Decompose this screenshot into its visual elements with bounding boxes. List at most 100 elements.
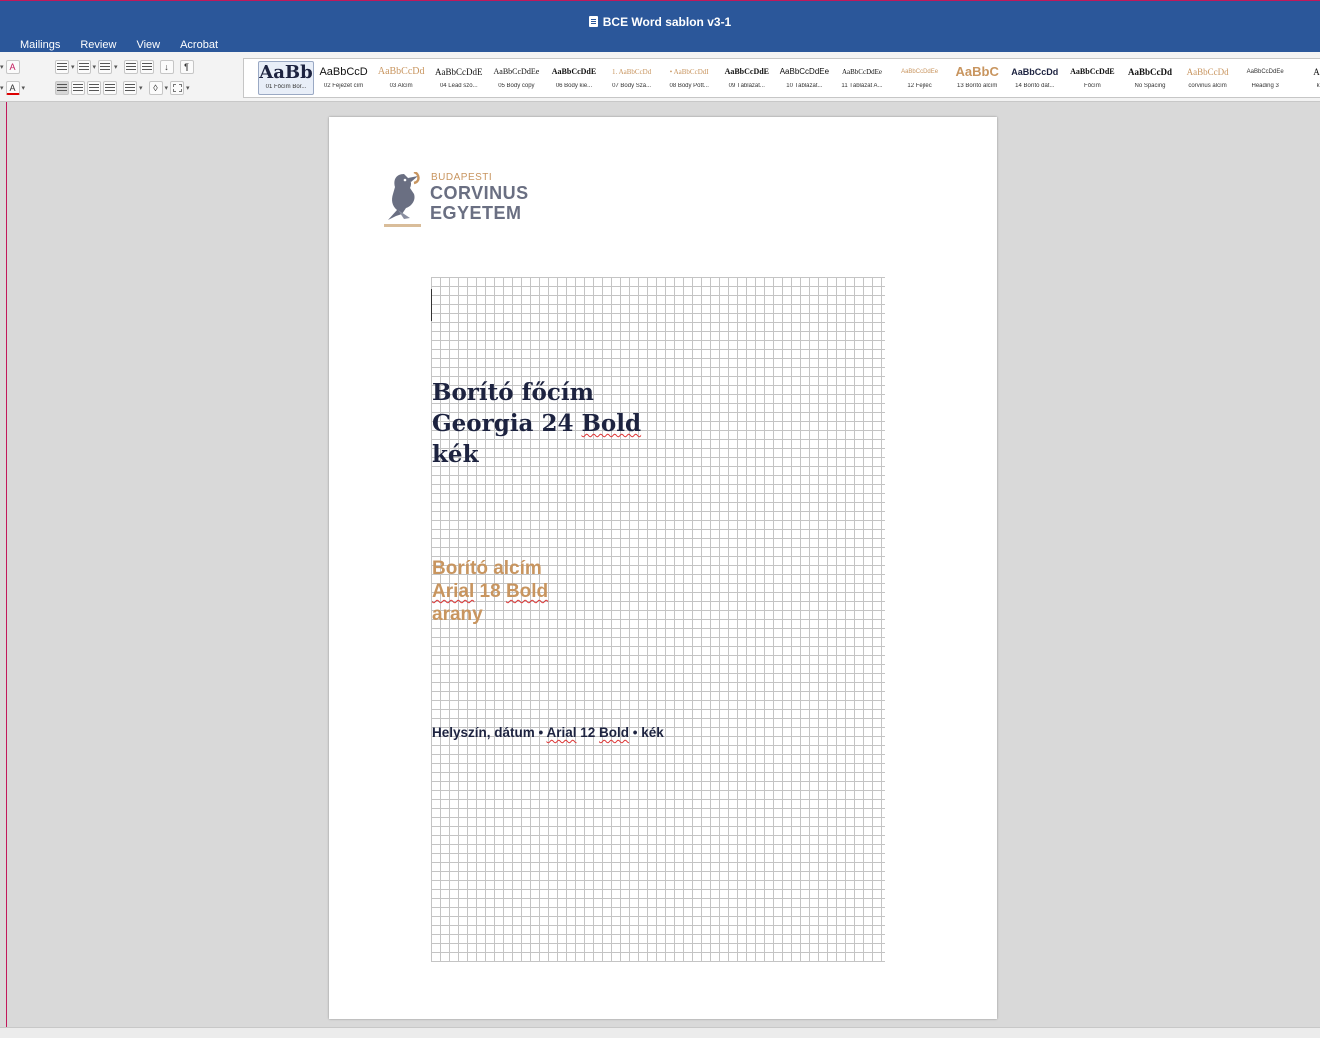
sort-button[interactable]: ↓ [159,60,174,74]
style-item[interactable]: AaBbCcDdE 09 Táblázat... [719,61,775,95]
style-sample: AaBbCcDdEe [779,67,830,76]
style-item[interactable]: AaBbCcDdE Főcím [1064,61,1120,95]
word-document-icon [588,16,598,27]
shading-button[interactable]: ◊ [148,81,163,95]
style-label: 08 Body Pött... [669,83,709,89]
style-item[interactable]: AaBbCcDd 03 Alcím [373,61,429,95]
style-item[interactable]: AaBbCcD 02 Fejezet cím [316,61,372,95]
bullets-dropdown[interactable]: ▾ [71,63,75,71]
multilevel-dropdown[interactable]: ▾ [114,63,118,71]
tab-review[interactable]: Review [80,39,116,51]
style-item[interactable]: AaBbCcDd corvinus alcím [1180,61,1236,95]
style-sample: AaBbCcDdE [551,67,597,76]
style-label: 01 Főcím Bor... [265,84,307,90]
style-label: 05 Body copy [498,83,535,89]
cover-location-date[interactable]: Helyszín, dátum • Arial 12 Bold • kék [432,725,664,740]
style-sample: AaBbCcDdE [724,67,770,76]
style-item[interactable]: AaBbCcDdEe 05 Body copy [488,61,544,95]
style-label: 10 Táblázat... [786,83,823,89]
corvinus-logo: BUDAPESTI CORVINUS EGYETEM [384,172,554,232]
borders-dropdown[interactable]: ▾ [186,84,190,92]
style-label: 14 Borító dát... [1015,83,1055,89]
bullets-button[interactable] [55,60,69,74]
style-sample: AaBbCcDdEe [1246,69,1284,75]
style-item[interactable]: AaBbCcDdE 06 Body kie... [546,61,602,95]
document-page[interactable]: BUDAPESTI CORVINUS EGYETEM Borító főcím … [329,117,997,1019]
style-label: 03 Alcím [389,83,413,89]
increase-indent-button[interactable] [139,60,154,74]
style-label: Heading 3 [1251,83,1279,89]
style-item[interactable]: AaBbC 13 Borító alcím [949,61,1005,95]
line-spacing-dropdown[interactable]: ▾ [139,84,143,92]
clear-formatting-button[interactable]: A [5,60,20,74]
ribbon-tabs: Mailings Review View Acrobat [20,39,218,51]
style-label: 04 Lead szö... [439,83,478,89]
style-sample: AaBbCcD [319,66,368,78]
decrease-indent-button[interactable] [123,60,138,74]
style-item[interactable]: AaBbCcDdEe 11 Táblázat A... [834,61,890,95]
cover-subtitle-line1: Borító alcím [432,558,542,579]
tab-acrobat[interactable]: Acrobat [180,39,218,51]
tab-mailings[interactable]: Mailings [20,39,60,51]
numbering-button[interactable] [76,60,91,74]
style-item[interactable]: AaBbCcDd No Spacing [1122,61,1178,95]
style-sample: AaBbCcDdEe [901,69,939,75]
align-right-button[interactable] [87,81,101,95]
style-sample: AaBbCcDdE [1070,67,1115,76]
status-bar [0,1027,1320,1038]
style-label: No Spacing [1134,83,1166,89]
style-sample: AaBbC [955,64,999,79]
style-item[interactable]: AaBl kiele [1295,61,1320,95]
borders-button[interactable] [170,81,185,95]
window-edge [6,102,7,1038]
location-word-bold: Bold [599,725,630,740]
title-bar: BCE Word sablon v3-1 Mailings Review Vie… [0,0,1320,52]
location-word-arial: Arial [546,725,577,740]
align-center-button[interactable] [71,81,85,95]
logo-text-corvinus: CORVINUS [430,183,529,203]
style-item[interactable]: AaBbCcDdE 04 Lead szö... [431,61,487,95]
style-sample: AaBbCcDd [1127,67,1172,77]
style-label: kiele [1316,83,1320,89]
font-dropdown-arrow[interactable]: ▾ [0,63,4,71]
cover-subtitle-line2: Arial 18 Bold [432,580,548,603]
cover-title-line1: Borító főcím [432,379,594,406]
cover-title[interactable]: Borító főcím Georgia 24 Bold kék [432,377,641,470]
raven-logo-icon [388,172,420,220]
style-item[interactable]: 1. AaBbCcDd 07 Body Szá... [604,61,660,95]
window-title-text: BCE Word sablon v3-1 [602,15,732,29]
multilevel-list-button[interactable] [98,60,113,74]
style-label: 06 Body kie... [555,83,593,89]
location-text-1: Helyszín, dátum • [432,725,547,740]
style-sample: AaBbCcDdEe [493,67,540,76]
cover-subtitle-word-size: 18 [474,581,506,602]
font-color-dropdown[interactable]: ▾ [22,84,26,92]
text-cursor [431,289,432,321]
style-item[interactable]: AaBbCcDdEe 10 Táblázat... [776,61,832,95]
cover-subtitle-word-arial: Arial [432,581,475,602]
style-item[interactable]: AaBbCcDd 14 Borító dát... [1007,61,1063,95]
font-color-button[interactable]: A [5,81,20,95]
style-item[interactable]: • AaBbCcDdI 08 Body Pött... [661,61,717,95]
highlight-dropdown-arrow[interactable]: ▾ [0,84,4,92]
cover-title-line2-text: Georgia 24 [432,410,582,437]
cover-title-line2-underlined: Bold [581,410,642,437]
style-item[interactable]: AaBbCcDdEe Heading 3 [1237,61,1293,95]
style-item[interactable]: AaBbCcDdEe 12 Fejléc [892,61,948,95]
shading-dropdown[interactable]: ▾ [165,84,169,92]
location-text-2: 12 [576,725,600,740]
align-left-button[interactable] [55,81,69,95]
logo-text-budapesti: BUDAPESTI [431,172,493,183]
line-spacing-button[interactable] [123,81,137,95]
show-paragraph-marks-button[interactable]: ¶ [179,60,194,74]
logo-text-egyetem: EGYETEM [430,203,522,223]
style-label: 07 Body Szá... [612,83,652,89]
justify-button[interactable] [103,81,117,95]
cover-subtitle[interactable]: Borító alcím Arial 18 Bold arany [432,557,548,626]
style-sample: AaBbCcDd [377,66,425,77]
style-item[interactable]: AaBb 01 Főcím Bor... [258,61,314,95]
cover-subtitle-line3: arany [432,604,483,625]
location-text-3: • kék [629,725,664,740]
numbering-dropdown[interactable]: ▾ [93,63,97,71]
tab-view[interactable]: View [136,39,160,51]
